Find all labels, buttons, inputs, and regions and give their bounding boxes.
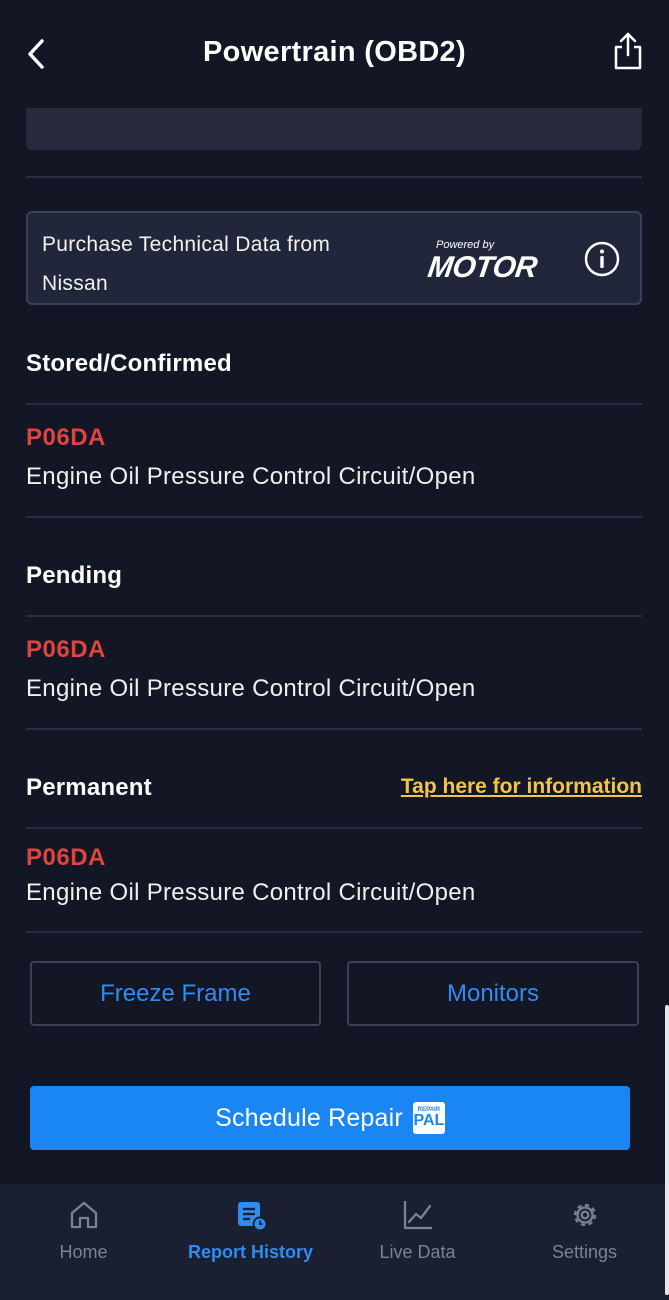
- bottom-tab-bar: Home Report History Live Data Settings: [0, 1184, 669, 1300]
- divider: [26, 827, 642, 829]
- scrollbar[interactable]: [665, 1005, 669, 1295]
- report-history-icon: [237, 1202, 267, 1232]
- tab-live-data[interactable]: Live Data: [334, 1184, 501, 1300]
- home-icon: [70, 1201, 97, 1229]
- motor-logo: Powered by MOTOR: [425, 237, 568, 285]
- tab-report-history-label: Report History: [187, 1242, 313, 1262]
- tab-live-data-label: Live Data: [379, 1242, 456, 1262]
- pending-title: Pending: [26, 562, 123, 589]
- app-header: Powertrain (OBD2): [0, 0, 669, 108]
- info-button[interactable]: [584, 241, 620, 277]
- banner-text: Purchase Technical Data from Nissan: [42, 233, 331, 295]
- tab-settings[interactable]: Settings: [501, 1184, 668, 1300]
- freeze-frame-button[interactable]: Freeze Frame: [30, 961, 321, 1026]
- share-button[interactable]: [611, 30, 645, 72]
- divider: [26, 516, 642, 518]
- divider: [26, 615, 642, 617]
- permanent-title: Permanent: [26, 774, 152, 801]
- schedule-repair-button[interactable]: Schedule Repair REPAIR PAL: [30, 1086, 630, 1150]
- info-icon: [584, 241, 620, 277]
- purchase-technical-data-banner[interactable]: Purchase Technical Data from Nissan Powe…: [26, 211, 642, 305]
- schedule-repair-label: Schedule Repair: [215, 1103, 403, 1132]
- stored-dtc-code[interactable]: P06DA: [26, 424, 106, 452]
- pending-dtc-code[interactable]: P06DA: [26, 636, 106, 664]
- pending-dtc-description[interactable]: Engine Oil Pressure Control Circuit/Open: [26, 675, 476, 703]
- chart-icon: [403, 1201, 432, 1230]
- stored-dtc-description[interactable]: Engine Oil Pressure Control Circuit/Open: [26, 463, 476, 491]
- permanent-dtc-code[interactable]: P06DA: [26, 844, 106, 872]
- page-title: Powertrain (OBD2): [203, 36, 466, 68]
- tab-report-history[interactable]: Report History: [167, 1184, 334, 1300]
- repairpal-bottom-text: PAL: [413, 1112, 445, 1129]
- repairpal-logo: REPAIR PAL: [412, 1102, 445, 1134]
- divider: [26, 176, 642, 178]
- motor-brand: MOTOR: [425, 251, 539, 284]
- monitors-button[interactable]: Monitors: [347, 961, 639, 1026]
- tab-settings-label: Settings: [551, 1242, 618, 1262]
- stored-confirmed-title: Stored/Confirmed: [26, 350, 232, 377]
- tab-home-label: Home: [59, 1242, 108, 1262]
- permanent-info-link[interactable]: Tap here for information: [401, 775, 642, 799]
- divider: [26, 931, 642, 933]
- share-icon: [614, 32, 642, 70]
- divider: [26, 403, 642, 405]
- divider: [26, 728, 642, 730]
- gear-icon: [573, 1203, 596, 1227]
- tab-home[interactable]: Home: [0, 1184, 167, 1300]
- collapsed-panel: [26, 108, 642, 150]
- powered-by-label: Powered by: [436, 239, 495, 251]
- permanent-dtc-description[interactable]: Engine Oil Pressure Control Circuit/Open: [26, 879, 476, 907]
